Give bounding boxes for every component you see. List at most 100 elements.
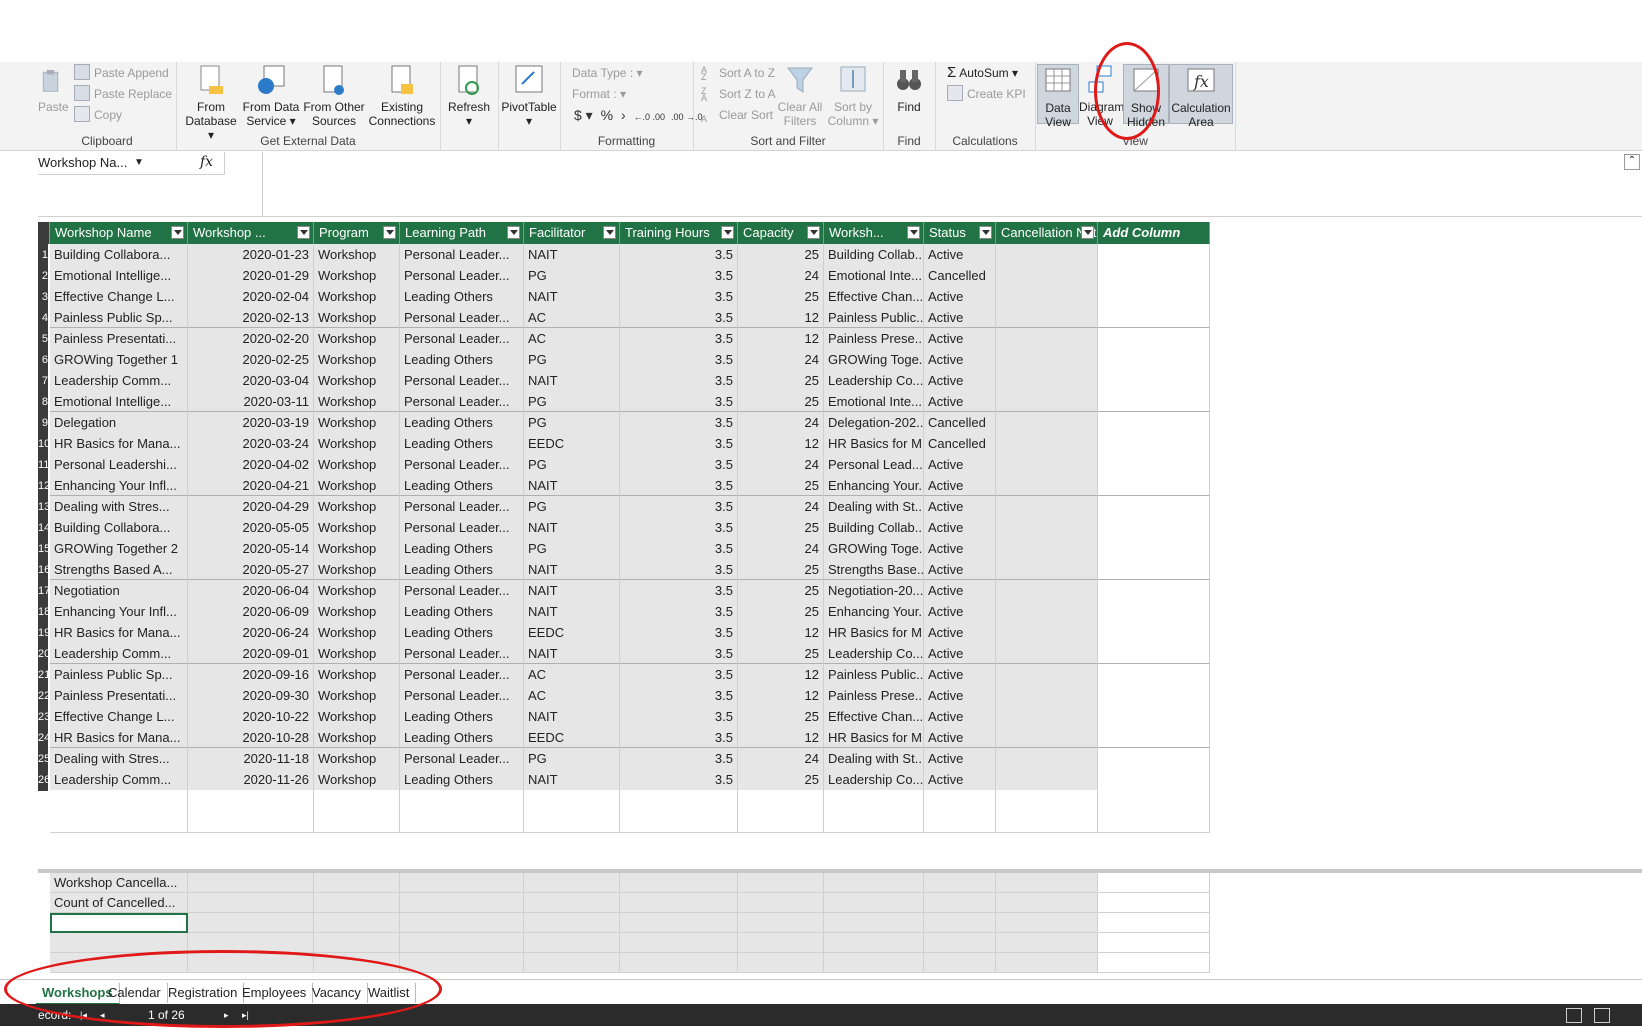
- row-number[interactable]: 4: [38, 307, 48, 329]
- cell[interactable]: [1098, 538, 1210, 560]
- cell[interactable]: AC: [524, 328, 620, 350]
- calc-cell[interactable]: [824, 933, 924, 953]
- calc-cell[interactable]: [824, 953, 924, 973]
- cell[interactable]: Workshop: [314, 412, 400, 434]
- autosum-button[interactable]: Σ AutoSum ▾: [947, 64, 1018, 82]
- cell[interactable]: [996, 265, 1098, 287]
- cell[interactable]: 3.5: [620, 286, 738, 308]
- cell[interactable]: GROWing Together 1: [50, 349, 188, 371]
- cell[interactable]: NAIT: [524, 769, 620, 791]
- cell[interactable]: 2020-09-01: [188, 643, 314, 665]
- cell[interactable]: Effective Chan...: [824, 286, 924, 308]
- cell[interactable]: Workshop: [314, 601, 400, 623]
- cell[interactable]: EEDC: [524, 433, 620, 455]
- cell[interactable]: 12: [738, 328, 824, 350]
- column-header-0[interactable]: Workshop Name: [50, 222, 188, 244]
- calc-cell[interactable]: [738, 953, 824, 973]
- cell[interactable]: Personal Leader...: [400, 328, 524, 350]
- cell[interactable]: 2020-04-21: [188, 475, 314, 497]
- cell[interactable]: [1098, 559, 1210, 581]
- cell[interactable]: Active: [924, 769, 996, 791]
- next-record-icon[interactable]: ▸: [224, 1004, 229, 1026]
- calc-cell[interactable]: [314, 913, 400, 933]
- cell[interactable]: Workshop: [314, 286, 400, 308]
- cell[interactable]: Active: [924, 454, 996, 476]
- table-row[interactable]: 16 Strengths Based A... 2020-05-27 Workshop…: [38, 559, 1642, 581]
- row-number[interactable]: 19: [38, 622, 48, 644]
- empty-cell[interactable]: [996, 811, 1098, 833]
- cell[interactable]: Personal Leader...: [400, 391, 524, 413]
- calc-cell[interactable]: [738, 933, 824, 953]
- cell[interactable]: Leading Others: [400, 433, 524, 455]
- cell[interactable]: 25: [738, 580, 824, 602]
- calc-cell[interactable]: [620, 913, 738, 933]
- cell[interactable]: 2020-03-24: [188, 433, 314, 455]
- table-row[interactable]: 24 HR Basics for Mana... 2020-10-28 Worksho…: [38, 727, 1642, 749]
- cell[interactable]: Effective Chan...: [824, 706, 924, 728]
- calc-cell[interactable]: [188, 873, 314, 893]
- cell[interactable]: [996, 391, 1098, 413]
- cell[interactable]: [1098, 370, 1210, 392]
- cell[interactable]: [1098, 244, 1210, 266]
- table-row[interactable]: 15 GROWing Together 2 2020-05-14 Workshop Le…: [38, 538, 1642, 560]
- cell[interactable]: HR Basics for M...: [824, 727, 924, 749]
- empty-cell[interactable]: [524, 811, 620, 833]
- cell[interactable]: [996, 580, 1098, 602]
- cell[interactable]: [996, 454, 1098, 476]
- cell[interactable]: NAIT: [524, 244, 620, 266]
- cell[interactable]: Active: [924, 496, 996, 518]
- cell[interactable]: 2020-02-13: [188, 307, 314, 329]
- cell[interactable]: Leadership Co...: [824, 769, 924, 791]
- cell[interactable]: [996, 496, 1098, 518]
- empty-cell[interactable]: [824, 811, 924, 833]
- cell[interactable]: 2020-03-19: [188, 412, 314, 434]
- cell[interactable]: Leadership Co...: [824, 643, 924, 665]
- table-row[interactable]: 10 HR Basics for Mana... 2020-03-24 Worksho…: [38, 433, 1642, 455]
- cell[interactable]: Enhancing Your...: [824, 601, 924, 623]
- table-row[interactable]: 23 Effective Change L... 2020-10-22 Worksho…: [38, 706, 1642, 728]
- filter-dropdown-icon[interactable]: [721, 226, 734, 239]
- calc-cell[interactable]: [924, 893, 996, 913]
- cell[interactable]: Painless Public Sp...: [50, 664, 188, 686]
- prev-record-icon[interactable]: ◂: [100, 1004, 105, 1026]
- cell[interactable]: Workshop: [314, 580, 400, 602]
- cell[interactable]: NAIT: [524, 286, 620, 308]
- cell[interactable]: Active: [924, 643, 996, 665]
- cell[interactable]: Leading Others: [400, 475, 524, 497]
- first-record-icon[interactable]: |◂: [80, 1004, 87, 1026]
- cell[interactable]: Leading Others: [400, 412, 524, 434]
- cell[interactable]: Negotiation: [50, 580, 188, 602]
- calc-cell[interactable]: [524, 893, 620, 913]
- tab-employees[interactable]: Employees: [236, 983, 314, 1003]
- cell[interactable]: Workshop: [314, 391, 400, 413]
- collapse-formula-icon[interactable]: ⌃: [1624, 154, 1640, 170]
- row-number[interactable]: 13: [38, 496, 48, 518]
- cell[interactable]: PG: [524, 391, 620, 413]
- cell[interactable]: 25: [738, 706, 824, 728]
- cell[interactable]: Cancelled: [924, 412, 996, 434]
- cell[interactable]: Painless Prese...: [824, 685, 924, 707]
- calc-cell[interactable]: [924, 873, 996, 893]
- cell[interactable]: PG: [524, 412, 620, 434]
- cell[interactable]: 2020-02-25: [188, 349, 314, 371]
- cell[interactable]: 2020-06-24: [188, 622, 314, 644]
- table-row[interactable]: 2 Emotional Intellige... 2020-01-29 Worksho…: [38, 265, 1642, 287]
- cell[interactable]: [1098, 748, 1210, 770]
- cell[interactable]: Personal Leader...: [400, 643, 524, 665]
- cell[interactable]: 3.5: [620, 622, 738, 644]
- cell[interactable]: 3.5: [620, 244, 738, 266]
- cell[interactable]: Emotional Inte...: [824, 391, 924, 413]
- calc-cell[interactable]: [50, 933, 188, 953]
- cell[interactable]: 2020-09-30: [188, 685, 314, 707]
- calc-cell[interactable]: [620, 873, 738, 893]
- cell[interactable]: Active: [924, 538, 996, 560]
- cell[interactable]: 25: [738, 391, 824, 413]
- cell[interactable]: Leading Others: [400, 559, 524, 581]
- cell[interactable]: 3.5: [620, 685, 738, 707]
- calc-cell[interactable]: [996, 953, 1098, 973]
- cell[interactable]: NAIT: [524, 475, 620, 497]
- row-number[interactable]: 3: [38, 286, 48, 308]
- cell[interactable]: Workshop: [314, 664, 400, 686]
- cell[interactable]: EEDC: [524, 727, 620, 749]
- cell[interactable]: [1098, 643, 1210, 665]
